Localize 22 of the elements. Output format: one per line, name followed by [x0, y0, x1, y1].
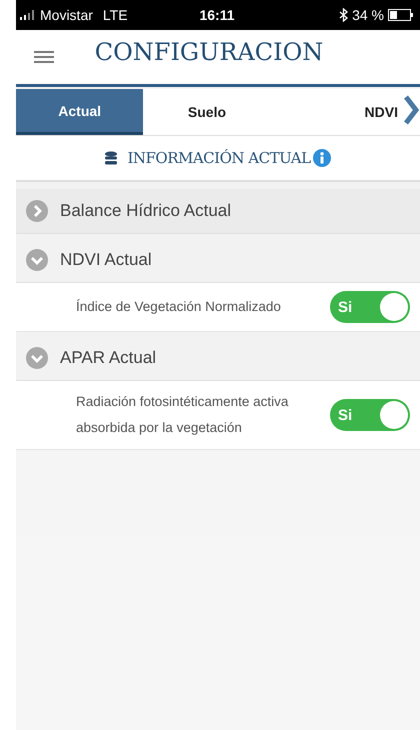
signal-icon	[20, 10, 36, 20]
setting-label: Radiación fotosintéticamente activa absorbida por la vegetación	[76, 393, 290, 437]
tab[interactable]: Actual	[16, 89, 144, 135]
clock-time: 16:11	[198, 7, 236, 23]
info-icon[interactable]	[312, 149, 331, 167]
battery-percent: 34 %	[352, 7, 384, 23]
chevron-right-icon[interactable]	[26, 200, 48, 222]
bluetooth-icon	[339, 8, 348, 22]
carrier-name: Movistar	[40, 7, 93, 23]
chevron-down-icon[interactable]	[26, 249, 48, 271]
section-header[interactable]: NDVI Actual	[60, 250, 152, 270]
database-icon	[105, 151, 118, 165]
battery-icon	[388, 9, 414, 21]
setting-label: Índice de Vegetación Normalizado	[76, 298, 282, 316]
page-title: CONFIGURACION	[94, 38, 324, 66]
network-type: LTE	[102, 7, 128, 23]
section-header[interactable]: Balance Hídrico Actual	[60, 201, 232, 221]
chevron-down-icon[interactable]	[26, 347, 48, 369]
section-title: INFORMACIÓN ACTUAL	[127, 149, 311, 167]
menu-icon[interactable]	[34, 50, 54, 64]
chevron-right-icon[interactable]	[402, 95, 420, 125]
section-header[interactable]: APAR Actual	[60, 348, 156, 368]
